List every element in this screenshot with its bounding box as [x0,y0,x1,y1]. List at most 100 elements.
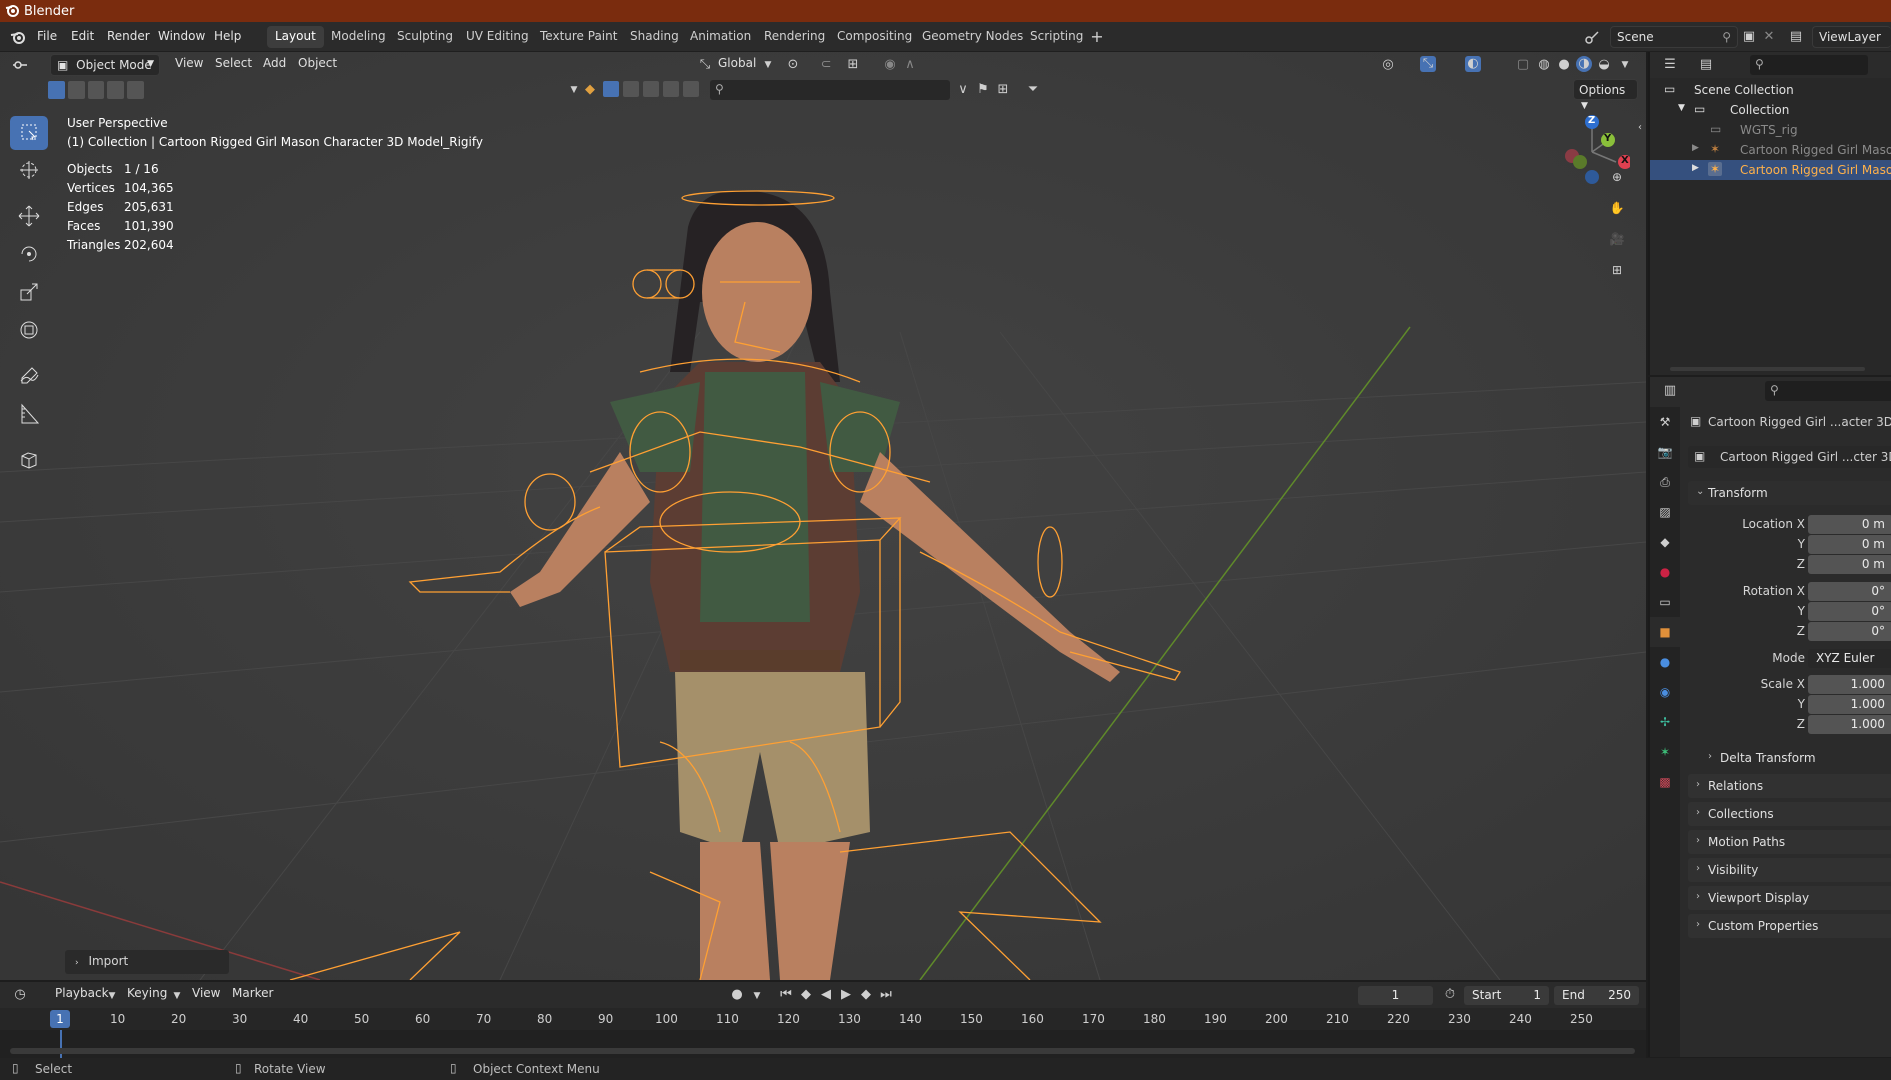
delta-transform-section[interactable]: › Delta Transform [1700,746,1891,770]
outliner-row-armature[interactable]: ▶ ✶ Cartoon Rigged Girl Mason Ch [1650,140,1891,160]
proportional-edit-icon[interactable]: ◉ [882,57,898,73]
viewport-search-input[interactable]: ⚲ [710,80,950,100]
select-extend-icon[interactable] [67,81,85,99]
tab-modeling[interactable]: Modeling [323,26,394,48]
outliner-editor-icon[interactable]: ☰ [1662,57,1678,73]
tab-rendering[interactable]: Rendering [756,26,833,48]
collections-section[interactable]: › Collections [1688,802,1891,826]
object-mode-dropdown[interactable]: ▣ Object Mode ▼ [50,54,160,76]
expand-arrow-icon[interactable]: ▼ [1678,103,1685,113]
ortho-toggle-button[interactable]: ⊞ [1602,255,1632,285]
rotation-z-field[interactable]: 0° [1808,622,1891,641]
expand-arrow-icon[interactable]: ▶ [1692,143,1699,153]
solid-shading-icon[interactable]: ● [1556,57,1572,73]
menu-file[interactable]: File [37,29,57,43]
tab-sculpting[interactable]: Sculpting [389,26,461,48]
menu-object[interactable]: Object [298,56,337,70]
location-z-field[interactable]: 0 m [1808,555,1891,574]
end-frame-field[interactable]: End 250 [1554,986,1639,1005]
camera-view-button[interactable]: 🎥 [1602,224,1632,254]
location-y-field[interactable]: 0 m [1808,535,1891,554]
overlay-toggle-icon[interactable]: ◐ [1465,56,1481,72]
bookmark-icon[interactable]: ⚑ [975,82,991,98]
empty-filter-icon[interactable] [683,81,699,97]
tab-render[interactable]: 📷 [1650,437,1680,467]
custom-properties-section[interactable]: › Custom Properties [1688,914,1891,938]
cursor-tool[interactable] [10,154,48,188]
pivot-point-icon[interactable]: ⊙ [785,57,801,73]
view-layer-icon[interactable]: ▤ [1788,29,1804,45]
select-intersect-icon[interactable] [107,81,125,99]
falloff-icon[interactable]: ∧ [902,57,918,73]
tab-geometry-nodes[interactable]: Geometry Nodes [914,26,1031,48]
chevron-down-icon[interactable]: ▼ [1617,57,1633,73]
prev-keyframe-icon[interactable]: ◆ [798,987,814,1003]
jump-start-icon[interactable]: ⏮ [778,987,794,1003]
location-x-field[interactable]: 0 m [1808,515,1891,534]
expand-arrow-icon[interactable]: ▶ [1692,163,1699,173]
outliner-row-wgts-rig[interactable]: ▭ WGTS_rig [1650,120,1891,140]
pan-button[interactable]: ✋ [1602,193,1632,223]
timeline-scrollbar[interactable] [10,1048,1635,1054]
tab-view-layer[interactable]: ▨ [1650,497,1680,527]
sidebar-toggle-icon[interactable]: ‹ [1632,120,1646,136]
snap-icon[interactable]: ⊂ [818,57,834,73]
pin-icon[interactable]: ⚲ [1722,30,1731,44]
select-box-tool[interactable] [10,116,48,150]
delete-scene-icon[interactable]: ✕ [1761,29,1777,45]
move-tool[interactable] [10,200,48,234]
curve-filter-icon[interactable] [623,81,639,97]
select-invert-icon[interactable] [127,81,144,99]
rotation-mode-dropdown[interactable]: XYZ Euler [1808,649,1891,668]
menu-marker[interactable]: Marker [232,986,273,1000]
view-layer-selector[interactable]: ViewLayer [1812,26,1891,48]
annotate-tool[interactable] [10,360,48,394]
tab-scene[interactable]: ◆ [1650,527,1680,557]
jump-end-icon[interactable]: ⏭ [878,987,894,1003]
layout-icon[interactable]: ⊞ [995,82,1011,98]
tab-uv-editing[interactable]: UV Editing [458,26,537,48]
filter-icon[interactable]: ⏷ [1025,82,1041,98]
object-name-field[interactable]: ▣ Cartoon Rigged Girl ...cter 3D M [1688,446,1891,468]
wireframe-shading-icon[interactable]: ◍ [1536,57,1552,73]
scale-x-field[interactable]: 1.000 [1808,675,1891,694]
measure-tool[interactable] [10,398,48,432]
record-icon[interactable]: ● [729,987,745,1003]
menu-view[interactable]: View [192,986,220,1000]
tab-modifiers[interactable]: ● [1650,647,1680,677]
timeline-editor-icon[interactable]: ◷ [12,987,28,1003]
zoom-button[interactable]: ⊕ [1602,162,1632,192]
display-mode-icon[interactable]: ▤ [1698,57,1714,73]
object-name-row[interactable]: ▣ Cartoon Rigged Girl ...acter 3D Mo [1688,411,1891,433]
transform-tool[interactable] [10,314,48,348]
tab-object[interactable]: ■ [1650,617,1680,647]
outliner-search-input[interactable]: ⚲ [1750,55,1868,75]
timeline-body[interactable] [0,1030,1646,1058]
select-new-icon[interactable] [48,81,65,99]
menu-playback[interactable]: Playback [55,986,109,1000]
current-frame-field[interactable]: 1 [1358,986,1433,1005]
tab-physics[interactable]: ◉ [1650,677,1680,707]
tab-texture-paint[interactable]: Texture Paint [532,26,625,48]
menu-edit[interactable]: Edit [71,29,94,43]
blender-menu-icon[interactable] [10,29,26,45]
camera-filter-icon[interactable] [663,81,679,97]
object-types-icon[interactable]: ◆ [582,82,598,98]
last-operator-panel[interactable]: › Import [65,950,229,974]
gizmo-toggle-icon[interactable]: ⤡ [1420,56,1436,72]
playhead[interactable]: 1 [50,1010,70,1028]
next-keyframe-icon[interactable]: ◆ [858,987,874,1003]
select-subtract-icon[interactable] [87,81,105,99]
options-dropdown[interactable]: Options ▼ [1573,79,1638,111]
tab-compositing[interactable]: Compositing [829,26,920,48]
rotation-y-field[interactable]: 0° [1808,602,1891,621]
tab-scripting[interactable]: Scripting [1022,26,1091,48]
light-filter-icon[interactable] [643,81,659,97]
rotation-x-field[interactable]: 0° [1808,582,1891,601]
3d-viewport[interactable]: ▣ Object Mode ▼ View Select Add Object ⤡… [0,52,1646,980]
rotate-tool[interactable] [10,238,48,272]
viewport-display-section[interactable]: › Viewport Display [1688,886,1891,910]
transform-orientation-icon[interactable]: ⤡ [697,57,713,73]
xray-icon[interactable]: ▢ [1515,57,1531,73]
scene-icon[interactable] [1584,29,1600,45]
